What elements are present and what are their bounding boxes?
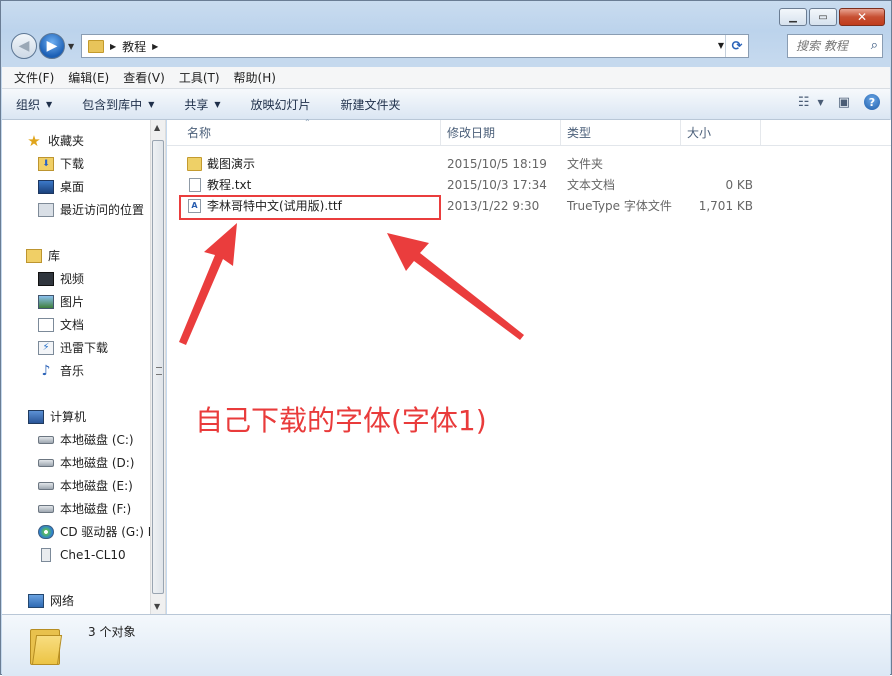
large-folder-icon <box>30 623 63 665</box>
right-arrow <box>387 233 524 340</box>
annotation-text: 自己下载的字体(字体1) <box>195 404 487 437</box>
item-count: 3 个对象 <box>88 625 136 639</box>
explorer-window: ▁ ▭ ✕ ◀ ▶ ▼ ▶ 教程 ▶ ▼ ⟳ ⌕ 文件(F) 编辑(E) 查看(… <box>0 0 892 676</box>
annotation-arrows <box>179 223 524 345</box>
left-arrow <box>179 223 237 345</box>
details-pane: 3 个对象 <box>2 614 890 676</box>
